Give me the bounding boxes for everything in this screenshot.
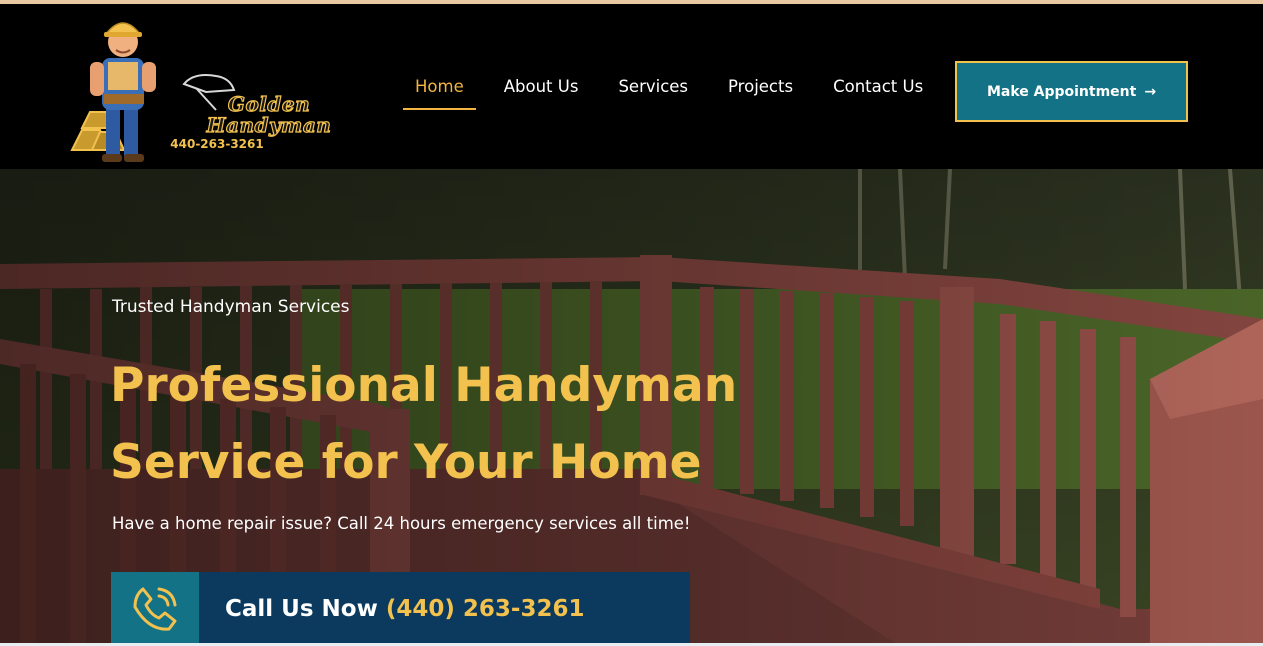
main-nav: Home About Us Services Projects Contact …: [403, 76, 951, 116]
nav-item-projects[interactable]: Projects: [716, 76, 805, 112]
site-logo[interactable]: Golden Handyman 440-263-3261: [66, 10, 331, 168]
logo-word-golden: Golden: [227, 92, 311, 116]
make-appointment-label: Make Appointment: [986, 83, 1137, 100]
hero-subline: Have a home repair issue? Call 24 hours …: [112, 514, 691, 533]
site-header: Golden Handyman 440-263-3261 Home About …: [0, 4, 1263, 169]
call-us-now-button[interactable]: Call Us Now (440) 263-3261: [111, 572, 690, 646]
phone-ringing-icon: [111, 572, 199, 646]
logo-phone: 440-263-3261: [170, 137, 264, 151]
call-us-now-text: Call Us Now (440) 263-3261: [225, 596, 585, 622]
nav-item-home[interactable]: Home: [403, 76, 476, 112]
nav-item-contact-us[interactable]: Contact Us: [821, 76, 935, 112]
call-us-now-label: Call Us Now: [225, 596, 378, 622]
logo-word-handyman: Handyman: [206, 113, 332, 137]
logo-wordmark: Golden Handyman: [204, 92, 334, 137]
hero-eyebrow: Trusted Handyman Services: [112, 297, 350, 317]
hero-headline-line-2: Service for Your Home: [110, 435, 702, 490]
hero-headline: Professional Handyman Service for Your H…: [110, 347, 760, 501]
hero-section: Trusted Handyman Services Professional H…: [0, 169, 1263, 646]
hero-headline-line-1: Professional Handyman: [110, 358, 738, 413]
arrow-right-icon: →: [1144, 83, 1157, 100]
nav-item-services[interactable]: Services: [606, 76, 700, 112]
make-appointment-button[interactable]: Make Appointment →: [955, 61, 1188, 122]
nav-item-about-us[interactable]: About Us: [492, 76, 591, 112]
call-us-now-number: (440) 263-3261: [385, 596, 585, 622]
